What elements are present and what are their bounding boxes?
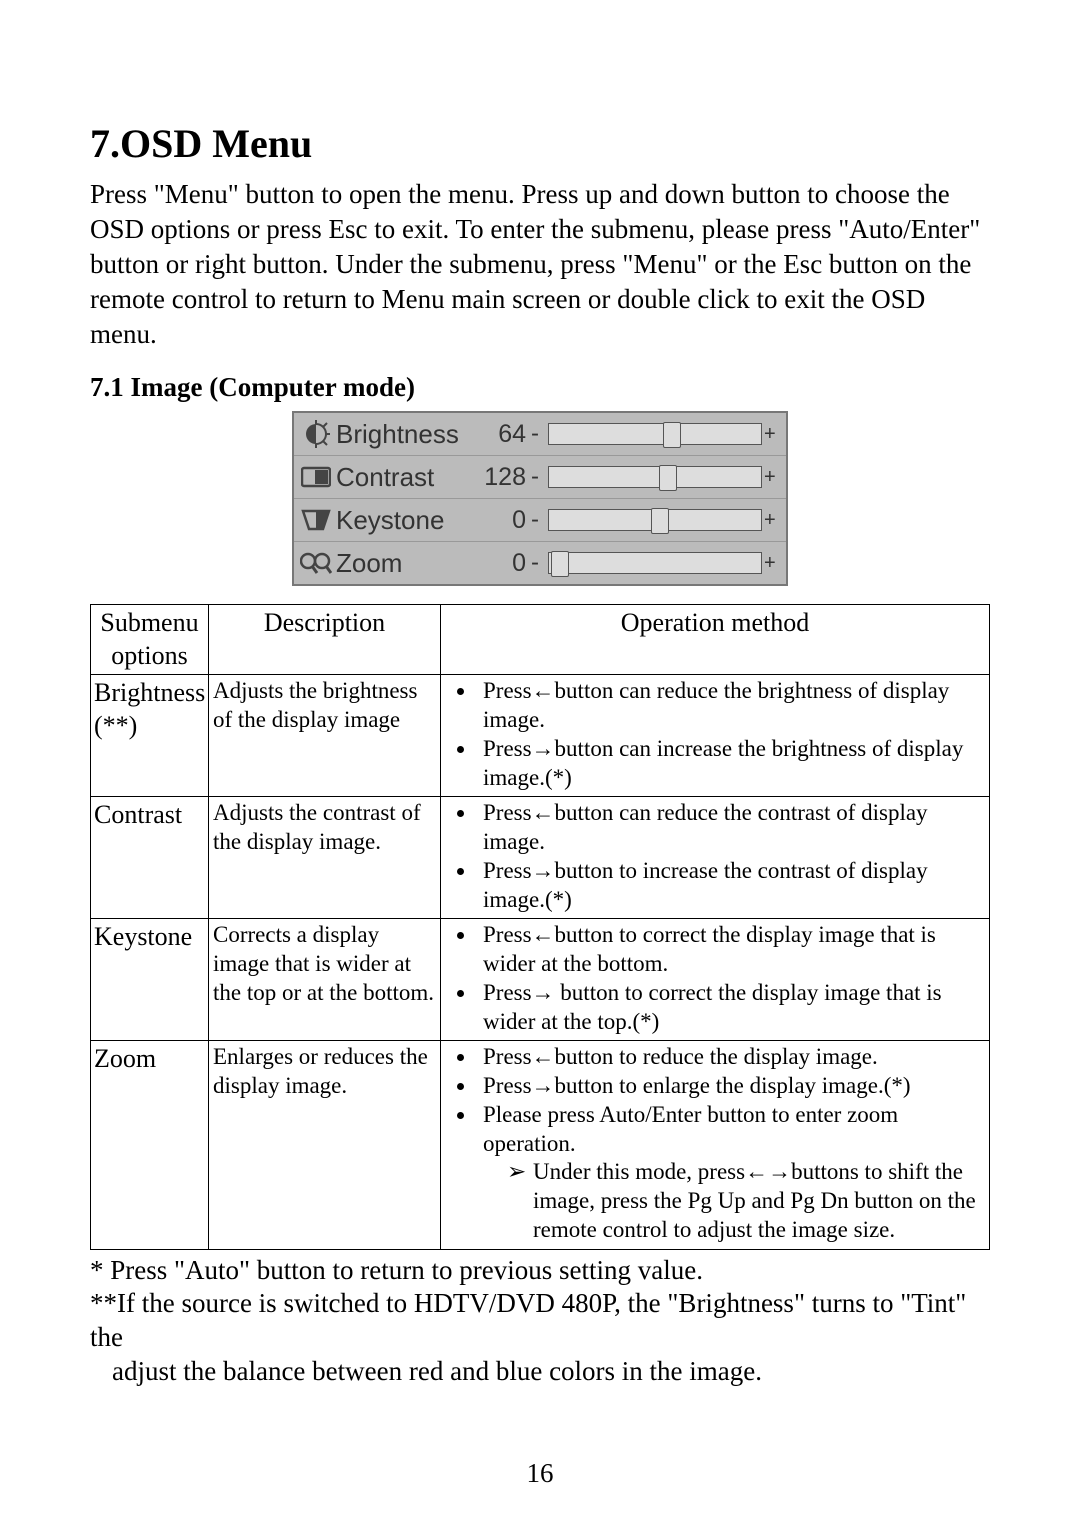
- osd-label: Contrast: [334, 462, 466, 493]
- op-item: Press→button to enlarge the display imag…: [477, 1072, 985, 1101]
- slider-thumb[interactable]: [663, 422, 681, 448]
- brightness-icon: [298, 419, 334, 449]
- table-submenu: Zoom: [91, 1041, 209, 1249]
- table-desc: Corrects a display image that is wider a…: [209, 919, 441, 1041]
- op-item: Please press Auto/Enter button to enter …: [477, 1101, 985, 1245]
- footnote-line: adjust the balance between red and blue …: [90, 1355, 990, 1389]
- minus-sign: -: [526, 420, 544, 448]
- zoom-slider[interactable]: [548, 552, 762, 574]
- minus-sign: -: [526, 549, 544, 577]
- op-item: Press←button to correct the display imag…: [477, 921, 985, 979]
- osd-label: Brightness: [334, 419, 466, 450]
- page-number: 16: [0, 1458, 1080, 1489]
- table-header-operation: Operation method: [441, 605, 990, 675]
- section-title: 7.1 Image (Computer mode): [90, 372, 990, 403]
- op-subitem: Under this mode, press←→buttons to shift…: [483, 1158, 985, 1244]
- spec-table: Submenu options Description Operation me…: [90, 604, 990, 1249]
- osd-value: 128: [466, 463, 526, 492]
- osd-value: 64: [466, 420, 526, 449]
- op-item: Press→button can increase the brightness…: [477, 735, 985, 793]
- table-desc: Adjusts the contrast of the display imag…: [209, 797, 441, 919]
- table-op: Press←button can reduce the brightness o…: [441, 675, 990, 797]
- osd-value: 0: [466, 549, 526, 578]
- footnote-line: **If the source is switched to HDTV/DVD …: [90, 1287, 990, 1355]
- slider-thumb[interactable]: [551, 551, 569, 577]
- minus-sign: -: [526, 463, 544, 491]
- table-submenu: Brightness (**): [91, 675, 209, 797]
- intro-paragraph: Press "Menu" button to open the menu. Pr…: [90, 177, 990, 352]
- brightness-slider[interactable]: [548, 423, 762, 445]
- table-submenu: Contrast: [91, 797, 209, 919]
- table-header-description: Description: [209, 605, 441, 675]
- contrast-slider[interactable]: [548, 466, 762, 488]
- osd-value: 0: [466, 506, 526, 535]
- op-item: Press→button to increase the contrast of…: [477, 857, 985, 915]
- op-item: Press←button can reduce the brightness o…: [477, 677, 985, 735]
- osd-label: Keystone: [334, 505, 466, 536]
- contrast-icon: [298, 462, 334, 492]
- osd-panel: Brightness 64 - + Contrast 128 - +: [292, 411, 788, 586]
- table-submenu: Keystone: [91, 919, 209, 1041]
- zoom-icon: [298, 548, 334, 578]
- table-op: Press←button to reduce the display image…: [441, 1041, 990, 1249]
- op-item: Press←button to reduce the display image…: [477, 1043, 985, 1072]
- table-op: Press←button to correct the display imag…: [441, 919, 990, 1041]
- osd-row-contrast: Contrast 128 - +: [294, 456, 786, 499]
- slider-thumb[interactable]: [659, 465, 677, 491]
- osd-row-brightness: Brightness 64 - +: [294, 413, 786, 456]
- footnote-line: * Press "Auto" button to return to previ…: [90, 1254, 990, 1288]
- manual-page: 7.OSD Menu Press "Menu" button to open t…: [0, 0, 1080, 1529]
- plus-sign: +: [762, 552, 780, 575]
- osd-row-keystone: Keystone 0 - +: [294, 499, 786, 542]
- table-desc: Enlarges or reduces the display image.: [209, 1041, 441, 1249]
- osd-label: Zoom: [334, 548, 466, 579]
- op-item: Press→ button to correct the display ima…: [477, 979, 985, 1037]
- page-title: 7.OSD Menu: [90, 120, 990, 167]
- plus-sign: +: [762, 423, 780, 446]
- op-text: Please press Auto/Enter button to enter …: [483, 1102, 898, 1156]
- table-op: Press←button can reduce the contrast of …: [441, 797, 990, 919]
- osd-row-zoom: Zoom 0 - +: [294, 542, 786, 584]
- plus-sign: +: [762, 509, 780, 532]
- keystone-slider[interactable]: [548, 509, 762, 531]
- minus-sign: -: [526, 506, 544, 534]
- slider-thumb[interactable]: [651, 508, 669, 534]
- table-desc: Adjusts the brightness of the display im…: [209, 675, 441, 797]
- footnotes: * Press "Auto" button to return to previ…: [90, 1254, 990, 1389]
- keystone-icon: [298, 505, 334, 535]
- op-item: Press←button can reduce the contrast of …: [477, 799, 985, 857]
- table-header-submenu: Submenu options: [91, 605, 209, 675]
- plus-sign: +: [762, 466, 780, 489]
